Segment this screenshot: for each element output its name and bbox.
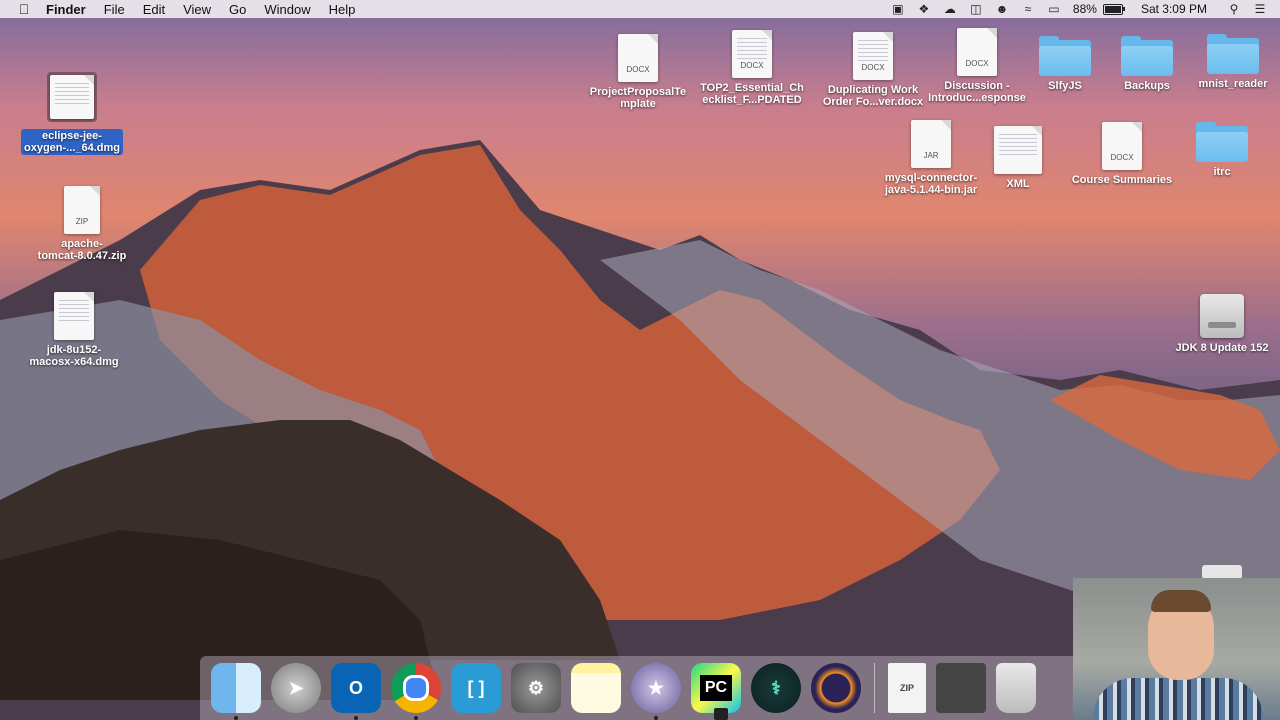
docx-file-icon: DOCX [853,32,893,80]
desktop-file-label: XML [1006,178,1030,190]
desktop-folder-label: mnist_reader [1198,78,1268,90]
desktop-file-eclipse-dmg[interactable]: eclipse-jee- oxygen-..._64.dmg [17,72,127,155]
dock-eclipse-icon[interactable] [811,663,861,713]
docx-file-icon: DOCX [1102,122,1142,170]
wifi-icon[interactable]: ≈ [1020,2,1036,16]
desktop-file-label: macosx-x64.dmg [29,356,119,368]
folder-icon [1207,34,1259,74]
menubar-clock[interactable]: Sat 3:09 PM [1141,2,1207,16]
menu-go[interactable]: Go [229,2,246,17]
dock-chrome-icon[interactable] [391,663,441,720]
desktop-file-label: Discussion - [944,80,1010,92]
docx-file-icon: DOCX [732,30,772,78]
dropbox-icon[interactable]: ❖ [916,2,932,16]
desktop-file-label: Course Summaries [1071,174,1173,186]
desktop-folder-label: Backups [1124,80,1170,92]
desktop-volume-jdk[interactable]: JDK 8 Update 152 [1167,294,1277,354]
menu-edit[interactable]: Edit [143,2,165,17]
menu-view[interactable]: View [183,2,211,17]
desktop-file-course-summaries[interactable]: DOCX Course Summaries [1067,122,1177,186]
dock-launchpad-icon[interactable]: ➤ [271,663,321,713]
desktop-file-label: jdk-8u152- [46,344,102,356]
dmg-file-icon [17,72,127,125]
zip-file-icon: ZIP [64,186,100,234]
apple-menu-icon[interactable]:  [16,1,32,17]
notification-center-icon[interactable]: ☰ [1252,2,1268,16]
desktop-file-label: ecklist_F...PDATED [702,94,802,106]
dock-outlook-icon[interactable]: O [331,663,381,720]
desktop-file-label: mplate [620,98,656,110]
dock-imovie-icon[interactable]: ★ [631,663,681,720]
dock-notes-icon[interactable] [571,663,621,713]
dock-separator [874,663,875,713]
spotlight-search-icon[interactable]: ⚲ [1226,2,1242,16]
desktop-file-label: TOP2_Essential_Ch [700,82,804,94]
desktop-file-label: eclipse-jee- [42,130,102,142]
dmg-file-icon [54,292,94,340]
external-drive-icon[interactable] [1202,565,1242,579]
dock-zip-file-icon[interactable]: ZIP [888,663,926,713]
webcam-overlay [1073,578,1280,720]
desktop-file-label: Introduc...esponse [928,92,1026,104]
desktop-folder-mnist-reader[interactable]: mnist_reader [1178,34,1280,90]
desktop-file-tomcat-zip[interactable]: ZIP apache- tomcat-8.0.47.zip [27,186,137,262]
docx-file-icon: DOCX [618,34,658,82]
jar-file-icon: JAR [911,120,951,168]
folder-icon [1196,122,1248,162]
desktop-file-label: oxygen-..._64.dmg [24,142,120,154]
dock-finder-icon[interactable] [211,663,261,720]
menu-window[interactable]: Window [264,2,310,17]
user-icon[interactable]: ☻ [994,2,1010,16]
desktop-file-jdk-dmg[interactable]: jdk-8u152- macosx-x64.dmg [19,292,129,368]
menu-bar:  Finder File Edit View Go Window Help ▣… [0,0,1280,18]
folder-icon [1121,36,1173,76]
desktop-folder-label: SlfyJS [1048,80,1082,92]
desktop-file-label: apache- [61,238,103,250]
desktop-file-project-proposal[interactable]: DOCX ProjectProposalTe mplate [583,34,693,110]
dock-screenshot-folder-icon[interactable] [936,663,986,713]
dock-brackets-icon[interactable]: [ ] [451,663,501,713]
desktop-file-label: ProjectProposalTe [589,86,687,98]
battery-icon[interactable] [1102,3,1125,15]
app-menu-finder[interactable]: Finder [46,2,86,17]
folder-icon [1039,36,1091,76]
dock: ➤ O [ ] ⚙ ★ PC ⚕ ZIP [200,656,1078,720]
dock-trash-icon[interactable] [996,663,1036,713]
desktop-file-label: Duplicating Work [827,84,919,96]
split-view-icon[interactable]: ◫ [968,2,984,16]
desktop-file-label: tomcat-8.0.47.zip [37,250,127,262]
desktop-file-label: Order Fo...ver.docx [822,96,924,108]
xml-file-icon [994,126,1042,174]
airplay-icon[interactable]: ▭ [1046,2,1062,16]
docx-file-icon: DOCX [957,28,997,76]
dock-system-preferences-icon[interactable]: ⚙ [511,663,561,713]
menu-file[interactable]: File [104,2,125,17]
desktop-file-duplicating-work-order[interactable]: DOCX Duplicating Work Order Fo...ver.doc… [818,32,928,108]
desktop-file-xml[interactable]: XML [963,126,1073,190]
desktop-file-top2-checklist[interactable]: DOCX TOP2_Essential_Ch ecklist_F...PDATE… [697,30,807,106]
dock-gitkraken-icon[interactable]: ⚕ [751,663,801,713]
desktop-folder-label: itrc [1213,166,1231,178]
dock-pycharm-icon[interactable]: PC [691,663,741,720]
menu-help[interactable]: Help [329,2,356,17]
external-drive-icon [1200,294,1244,338]
battery-percent[interactable]: 88% [1073,2,1097,16]
camera-icon[interactable]: ▣ [890,2,906,16]
cloud-icon[interactable]: ☁ [942,2,958,16]
desktop-volume-label: JDK 8 Update 152 [1175,342,1269,354]
desktop-folder-itrc[interactable]: itrc [1167,122,1277,178]
